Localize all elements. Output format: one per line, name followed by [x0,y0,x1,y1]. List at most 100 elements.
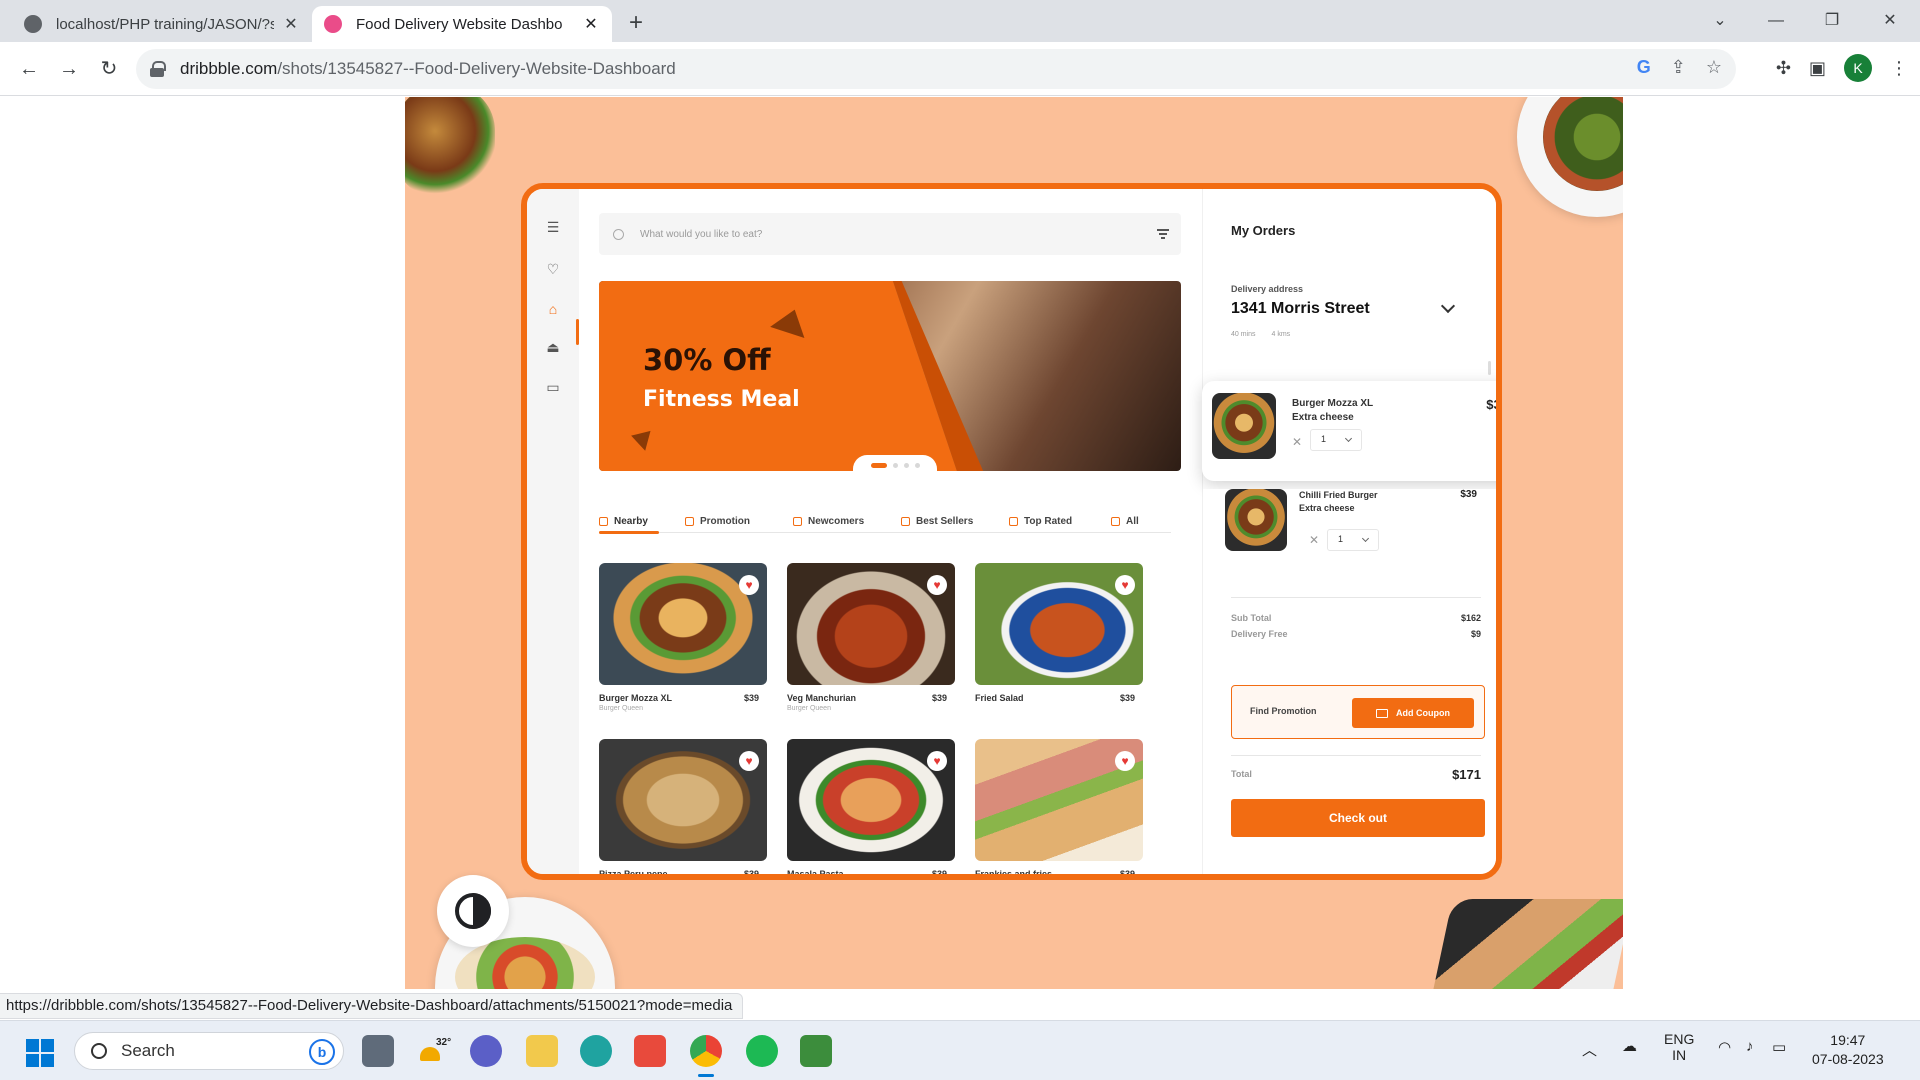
share-icon[interactable]: ⇪ [1671,57,1686,78]
food-image: ♥ [975,739,1143,861]
notepad-icon[interactable] [800,1035,832,1067]
dribbble-icon [324,15,342,33]
sidebar: ☰ ♡ ⌂ ⏏ ▭ [527,189,579,874]
address-bar[interactable]: dribbble.com/shots/13545827--Food-Delive… [136,49,1736,89]
tab-close-icon[interactable]: ✕ [582,14,600,34]
promo-banner[interactable]: 30% Off Fitness Meal [599,281,1181,471]
carousel-dot[interactable] [914,463,920,468]
tab-promotion[interactable]: Promotion [685,511,793,531]
food-card[interactable]: ♥ Fried Salad $39 [975,563,1143,703]
food-search-input[interactable]: What would you like to eat? [599,213,1181,255]
taskbar-search[interactable]: Search b [74,1032,344,1070]
food-name: Burger Mozza XL [599,693,673,703]
tab-close-icon[interactable]: ✕ [282,14,300,34]
new-tab-button[interactable]: + [620,8,652,40]
restore-button[interactable]: ❐ [1812,4,1852,38]
food-card[interactable]: ♥ Veg Manchurian $39 Burger Queen [787,563,955,712]
heart-icon[interactable]: ♥ [1115,575,1135,595]
order-item[interactable]: Chilli Fried Burger Extra cheese $39 ✕ 1 [1203,489,1496,559]
contrast-toggle-icon[interactable] [437,875,509,947]
reload-button[interactable]: ↻ [94,54,124,84]
meal-tray-decoration [1433,899,1623,989]
windows-start-icon[interactable] [26,1039,54,1067]
tab-nearby[interactable]: Nearby [599,511,685,534]
food-card[interactable]: ♥ Masala Pasta $39 [787,739,955,874]
volume-icon[interactable]: ♪ [1746,1038,1754,1055]
remove-item-icon[interactable]: ✕ [1292,435,1302,449]
restaurant-name: Burger Queen [599,705,643,712]
shot-image[interactable]: ☰ ♡ ⌂ ⏏ ▭ What would you like to eat? 30… [405,97,1623,989]
profile-avatar[interactable]: K [1844,54,1872,82]
chevron-down-icon[interactable] [1440,298,1456,314]
add-coupon-button[interactable]: Add Coupon [1352,698,1474,728]
heart-icon[interactable]: ♥ [927,751,947,771]
food-card[interactable]: ♥ Frankies and fries $39 [975,739,1143,874]
filter-icon[interactable] [1157,229,1169,239]
weather-widget[interactable]: 32° [416,1037,451,1067]
remove-item-icon[interactable]: ✕ [1309,533,1319,547]
order-item[interactable]: Burger Mozza XL Extra cheese $39 ✕ 1 [1202,381,1496,481]
food-card[interactable]: ♥ Pizza Peru pepe $39 [599,739,767,874]
food-image: ♥ [787,739,955,861]
quantity-select[interactable]: 1 [1327,529,1379,551]
food-price: $39 [1119,869,1135,879]
browser-tab-active[interactable]: Food Delivery Website Dashbo ✕ [312,6,612,42]
tab-best-sellers[interactable]: Best Sellers [901,511,1009,531]
back-button[interactable]: ← [14,54,44,84]
language-indicator[interactable]: ENG IN [1664,1031,1694,1063]
lock-icon[interactable] [150,61,166,77]
edge-icon[interactable] [580,1035,612,1067]
tab-top-rated[interactable]: Top Rated [1009,511,1111,531]
minimize-button[interactable]: — [1756,4,1796,38]
tab-title: Food Delivery Website Dashbo [356,15,563,33]
heart-icon[interactable]: ♥ [927,575,947,595]
checkout-button[interactable]: Check out [1231,799,1485,837]
tab-label: Newcomers [808,515,865,527]
tab-newcomers[interactable]: Newcomers [793,511,901,531]
close-window-button[interactable]: ✕ [1870,4,1910,38]
tab-all[interactable]: All [1111,511,1161,531]
heart-icon[interactable]: ♥ [739,575,759,595]
food-cover-icon[interactable]: ⏏ [545,339,561,355]
carousel-dot[interactable] [892,463,898,468]
food-name: Pizza Peru pepe [599,869,668,879]
tab-search-icon[interactable]: ⌄ [1700,4,1740,38]
microsoft-store-icon[interactable] [634,1035,666,1067]
quantity-select[interactable]: 1 [1310,429,1362,451]
spotify-icon[interactable] [746,1035,778,1067]
home-icon[interactable]: ⌂ [545,301,561,317]
file-explorer-icon[interactable] [526,1035,558,1067]
chevron-up-icon[interactable]: ︿ [1582,1039,1597,1060]
order-item-price: $39 [1460,489,1477,500]
browser-tab[interactable]: localhost/PHP training/JASON/?s ✕ [12,6,312,42]
onedrive-icon[interactable]: ☁ [1622,1037,1637,1055]
bing-icon[interactable]: b [309,1039,335,1065]
google-translate-icon[interactable]: G [1637,57,1651,78]
card-icon[interactable]: ▭ [545,379,561,395]
more-menu-icon[interactable]: ⋮ [1890,58,1908,79]
heart-icon[interactable]: ♥ [739,751,759,771]
task-view-icon[interactable] [362,1035,394,1067]
forward-button[interactable]: → [54,54,84,84]
food-image: ♥ [975,563,1143,685]
teams-chat-icon[interactable] [470,1035,502,1067]
menu-icon[interactable]: ☰ [545,219,561,235]
toolbar-actions: ✣ ▣ K ⋮ [1776,54,1908,82]
heart-icon[interactable]: ♥ [1115,751,1135,771]
heart-icon[interactable]: ♡ [545,261,561,277]
carousel-dot-active[interactable] [870,463,887,468]
side-panel-icon[interactable]: ▣ [1809,58,1826,79]
browser-tab-strip: localhost/PHP training/JASON/?s ✕ Food D… [0,0,1920,42]
carousel-dot[interactable] [903,463,909,468]
extensions-icon[interactable]: ✣ [1776,58,1791,79]
coupon-icon [1376,708,1388,718]
scrollbar[interactable] [1488,361,1491,375]
battery-icon[interactable]: ▭ [1772,1038,1786,1056]
delivery-value: $9 [1470,629,1481,639]
wifi-icon[interactable]: ◠ [1718,1038,1731,1056]
bookmark-star-icon[interactable]: ☆ [1706,57,1722,78]
food-card[interactable]: ♥ Burger Mozza XL $39 Burger Queen [599,563,767,712]
order-item-image [1225,489,1287,551]
clock[interactable]: 19:47 07-08-2023 [1812,1031,1884,1069]
chrome-icon[interactable] [690,1035,722,1077]
